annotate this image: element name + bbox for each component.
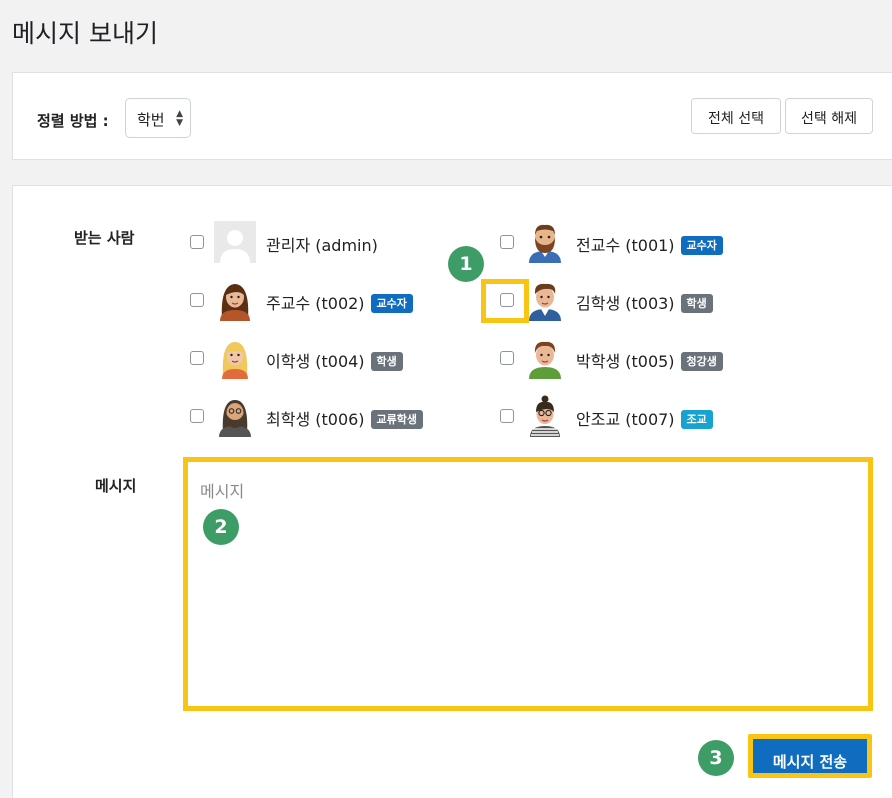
recipient-checkbox[interactable]	[500, 235, 514, 249]
step-marker-3: 3	[698, 740, 734, 776]
role-badge: 교류학생	[370, 410, 424, 429]
long-hair-man-avatar-icon	[219, 400, 251, 437]
sort-select[interactable]: 학번 ▲ ▼	[125, 98, 191, 138]
recipient-name: 안조교 (t007) 조교	[576, 406, 713, 430]
role-badge: 청강생	[680, 352, 723, 371]
recipient-name: 주교수 (t002) 교수자	[266, 290, 413, 314]
green-shirt-man-avatar-icon	[529, 341, 561, 379]
recipient-name: 전교수 (t001) 교수자	[576, 232, 723, 256]
select-all-button[interactable]: 전체 선택	[691, 98, 781, 134]
default-avatar-icon	[214, 221, 256, 263]
recipient-checkbox[interactable]	[190, 293, 204, 307]
checkbox-highlight	[481, 279, 529, 323]
role-badge: 교수자	[680, 236, 723, 255]
recipients-label: 받는 사람	[74, 229, 135, 247]
role-badge: 학생	[680, 294, 713, 313]
send-message-button[interactable]: 메시지 전송	[748, 734, 872, 778]
recipient-name: 김학생 (t003) 학생	[576, 290, 713, 314]
sort-selected-value: 학번	[137, 111, 165, 129]
role-badge: 조교	[680, 410, 713, 429]
glasses-woman-avatar-icon	[530, 395, 560, 437]
recipient-name: 이학생 (t004) 학생	[266, 348, 403, 372]
sort-panel: 정렬 방법 : 학번 ▲ ▼ 전체 선택 선택 해제	[12, 72, 892, 160]
recipient-checkbox[interactable]	[500, 351, 514, 365]
message-label: 메시지	[95, 477, 137, 495]
recipient-name: 박학생 (t005) 청강생	[576, 348, 723, 372]
message-textarea[interactable]: 메시지	[183, 457, 873, 711]
recipient-name: 관리자 (admin)	[266, 236, 378, 255]
sort-label: 정렬 방법 :	[37, 112, 109, 130]
page-title: 메시지 보내기	[12, 19, 158, 48]
sort-caret-icon: ▲ ▼	[176, 109, 183, 128]
young-man-avatar-icon	[529, 283, 561, 321]
step-marker-1: 1	[448, 246, 484, 282]
recipient-checkbox[interactable]	[500, 409, 514, 423]
blonde-woman-avatar-icon	[222, 342, 248, 379]
recipient-checkbox[interactable]	[190, 409, 204, 423]
role-badge: 교수자	[370, 294, 413, 313]
message-placeholder: 메시지	[200, 482, 245, 501]
deselect-all-button[interactable]: 선택 해제	[785, 98, 873, 134]
role-badge: 학생	[370, 352, 403, 371]
brown-hair-woman-avatar-icon	[220, 284, 250, 321]
recipient-checkbox[interactable]	[190, 235, 204, 249]
recipient-name: 최학생 (t006) 교류학생	[266, 406, 424, 430]
recipient-checkbox[interactable]	[190, 351, 204, 365]
step-marker-2: 2	[203, 509, 239, 545]
bearded-man-avatar-icon	[529, 224, 561, 263]
